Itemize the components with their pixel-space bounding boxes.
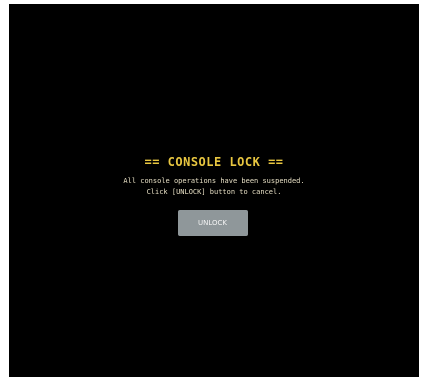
console-lock-screen: == CONSOLE LOCK == All console operation…: [9, 4, 419, 377]
lock-dialog: == CONSOLE LOCK == All console operation…: [9, 154, 419, 236]
lock-title: == CONSOLE LOCK ==: [144, 155, 284, 169]
cancel-instruction: Click [UNLOCK] button to cancel.: [146, 188, 282, 196]
suspended-message: All console operations have been suspend…: [123, 177, 305, 185]
unlock-button[interactable]: UNLOCK: [177, 210, 248, 236]
